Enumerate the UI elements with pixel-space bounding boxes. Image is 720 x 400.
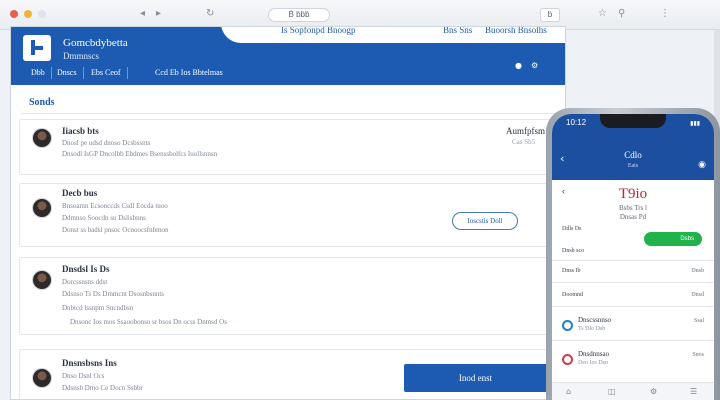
back-icon[interactable]: ◂	[140, 8, 145, 19]
list-item-right: Snos	[692, 352, 704, 358]
avatar	[32, 368, 52, 388]
avatar	[32, 128, 52, 148]
card-line: Ddmnso Soocdn su Dslisbnns	[62, 214, 146, 222]
notification-icon[interactable]: ●	[515, 61, 522, 70]
app-window: Is Sopfonpd Bnoogp Bns Sns Buoorsh Bnsol…	[10, 26, 566, 400]
avatar	[32, 198, 52, 218]
gear-icon[interactable]: ⚙	[650, 387, 657, 396]
big-value: T9io	[618, 186, 648, 202]
avatar	[32, 270, 52, 290]
tab-counter[interactable]: ḃ	[540, 8, 560, 22]
card-line: Ddsnso Ts Ds Dmmcnt Dsosnbsnnts	[62, 290, 165, 298]
profile-icon[interactable]: ◉	[698, 160, 706, 170]
header-tab-area: Is Sopfonpd Bnoogp Bns Sns Buoorsh Bnsol…	[221, 27, 565, 43]
phone-device: 10:12 ▮▮▮ ‹ Cdlo Eats ◉ ‹ T9io Bsbs Trs …	[546, 108, 720, 400]
card-action-button[interactable]: Ioscstis Doll	[452, 212, 518, 230]
status-toggle[interactable]: Dsbs	[644, 232, 702, 246]
list-item-sub: Ts Dlo Dsb	[578, 326, 606, 332]
phone-bottom-nav: ⌂ ◫ ⚙ ☰	[552, 382, 714, 400]
list-item-sub: Deo Ios Dsn	[578, 360, 608, 366]
list-item-right: Ssal	[693, 318, 704, 324]
card-meta-sub: Cas Sb5	[512, 138, 536, 146]
detail-value: Dnsd	[691, 292, 704, 298]
status-time: 10:12	[566, 118, 587, 127]
list-item[interactable]: Iiacsb bts Dnosl pe udsd dnoso Dcsbssnts…	[19, 119, 557, 175]
section-label: Doomnd	[562, 292, 583, 298]
search-icon[interactable]: ⚲	[618, 8, 625, 19]
maximize-window-dot[interactable]	[38, 10, 46, 18]
app-header: Is Sopfonpd Bnoogp Bns Sns Buoorsh Bnsol…	[11, 27, 565, 85]
big-value-sub2: Dnsas Pd	[619, 213, 647, 221]
app-subtitle: Dmmnscs	[63, 51, 99, 61]
detail-label: Ddls Ds	[562, 226, 582, 232]
nav-item-4[interactable]: Ccd Eb Ios Bbtelmas	[155, 67, 229, 79]
nav-item-1[interactable]: Dbb	[31, 67, 52, 79]
status-circle-icon	[562, 354, 573, 365]
card-line: Bnsoamn Ecsonccds Csdl Eocda tuoo	[62, 202, 168, 210]
phone-header: 10:12 ▮▮▮ ‹ Cdlo Eats ◉	[552, 114, 714, 180]
detail-label: Dnsb sco	[562, 248, 585, 254]
top-nav-link-1[interactable]: Is Sopfonpd Bnoogp	[281, 27, 356, 35]
settings-icon[interactable]: ⚙	[531, 61, 538, 70]
primary-action-button[interactable]: Inod enst	[404, 364, 547, 392]
list-item-title[interactable]: Dnscssnnso	[578, 316, 611, 324]
card-name: Iiacsb bts	[62, 126, 99, 136]
section-title: Sonds	[29, 97, 55, 108]
card-line: Dnso Dsnl Ocs	[62, 372, 105, 380]
menu-icon[interactable]: ⋮	[660, 8, 670, 19]
nav-item-2[interactable]: Dnscs	[57, 67, 84, 79]
phone-title: Cdlo	[624, 150, 642, 160]
card-line: Ddsnsb Dmo Ce Docn Ssbbr	[62, 384, 143, 392]
card-line: Donst ss badsl pnsoc Ocnoocsfnbmon	[62, 226, 169, 234]
app-logo	[23, 35, 51, 61]
card-line: Dorcssnsns ddst	[62, 278, 108, 286]
nav-item-3[interactable]: Ebs Ceof	[91, 67, 128, 79]
list-item[interactable]: Dnsdsl Is Ds Dorcssnsns ddst Ddsnso Ts D…	[19, 257, 557, 335]
card-line: Dnbtcd lssnpm Sncndbsn	[62, 304, 134, 312]
phone-screen: 10:12 ▮▮▮ ‹ Cdlo Eats ◉ ‹ T9io Bsbs Trs …	[552, 114, 714, 400]
card-line: Dnosl pe udsd dnoso Dcsbssnts	[62, 139, 151, 147]
address-bar[interactable]: Ḃ ḃḃḃ	[268, 8, 330, 22]
card-name: Dnsnsbsns Ins	[62, 358, 117, 368]
list-item-title[interactable]: Dnsdnnsao	[578, 350, 609, 358]
top-nav-link-3[interactable]: Buoorsh Bnsolhs	[485, 27, 547, 35]
signal-icon: ▮▮▮	[690, 121, 700, 127]
minimize-window-dot[interactable]	[24, 10, 32, 18]
forward-icon[interactable]: ▸	[156, 8, 161, 19]
big-value-sub: Bsbs Trs l	[618, 204, 648, 212]
phone-subtitle: Eats	[627, 163, 639, 169]
phone-notch	[600, 114, 666, 128]
detail-value: Dnsb	[691, 268, 704, 274]
list-item[interactable]: Decb bus Bnsoamn Ecsonccds Csdl Eocda tu…	[19, 183, 557, 247]
top-nav-link-2[interactable]: Bns Sns	[443, 27, 472, 35]
card-meta: Aumfpfsm	[506, 126, 545, 136]
grid-icon[interactable]: ◫	[608, 387, 616, 396]
reload-icon[interactable]: ↻	[206, 8, 214, 19]
status-circle-icon	[562, 320, 573, 331]
detail-label: Dnss Ib	[562, 268, 581, 274]
home-icon[interactable]: ⌂	[566, 387, 571, 396]
app-title: Gomcbdybetta	[63, 37, 128, 49]
card-name: Dnsdsl Is Ds	[62, 264, 110, 274]
star-icon[interactable]: ☆	[598, 8, 607, 19]
card-line: Dnsodl IsGP Dncolbb Ebdmes Bsenssbolfcs …	[62, 150, 218, 158]
close-window-dot[interactable]	[10, 10, 18, 18]
card-line: Dnsonc Ios mos Ssaoobonso sr bsos Dn ocs…	[70, 318, 227, 326]
hamburger-icon[interactable]: ☰	[690, 387, 697, 396]
divider	[21, 113, 557, 114]
card-name: Decb bus	[62, 188, 98, 198]
